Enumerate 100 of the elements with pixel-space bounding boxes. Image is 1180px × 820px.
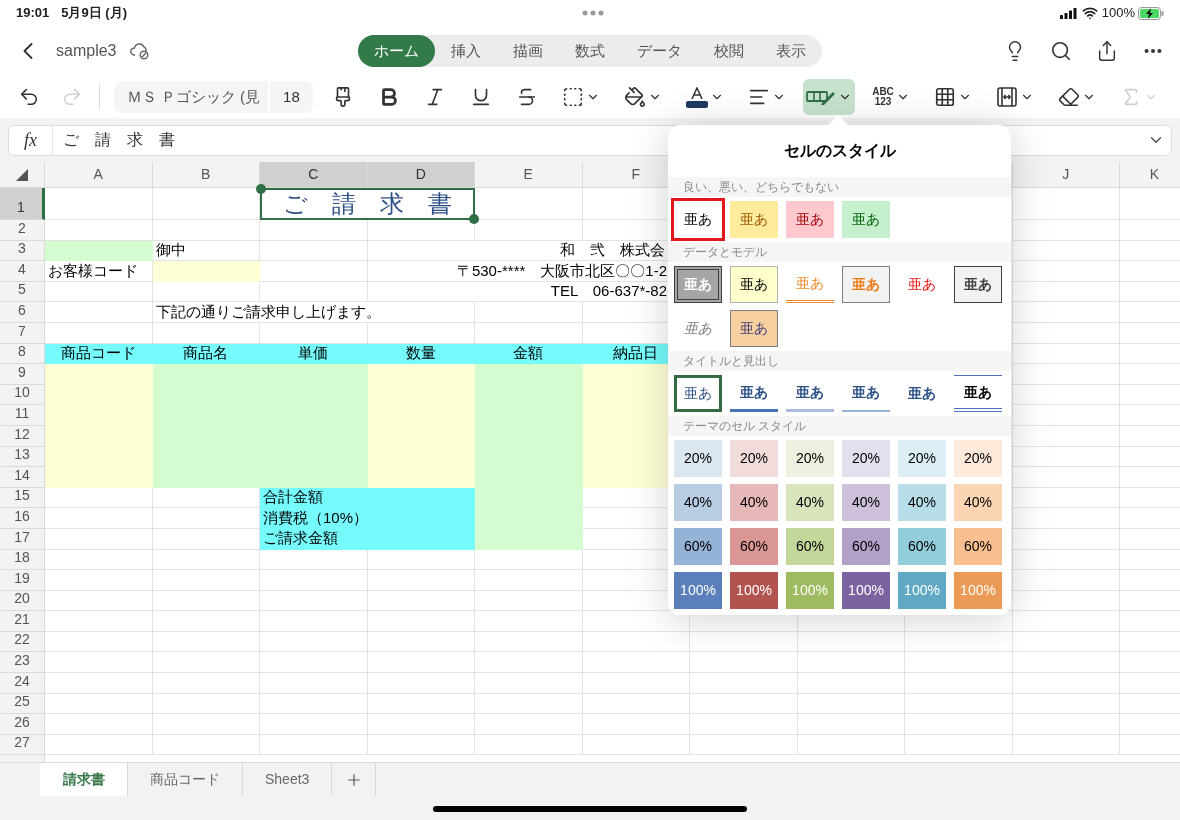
spreadsheet-cell[interactable]: [260, 714, 368, 735]
select-all-icon[interactable]: [16, 168, 28, 181]
spreadsheet-cell[interactable]: [152, 714, 260, 735]
row-header[interactable]: 19: [0, 570, 45, 591]
row-header[interactable]: 27: [0, 734, 45, 756]
row-header[interactable]: 9: [0, 364, 45, 385]
spreadsheet-cell[interactable]: [45, 188, 153, 220]
row-header[interactable]: 11: [0, 405, 45, 426]
spreadsheet-cell[interactable]: [260, 549, 368, 571]
spreadsheet-cell[interactable]: [260, 590, 368, 612]
spreadsheet-cell[interactable]: [45, 693, 153, 715]
ribbon-tab[interactable]: 描画: [497, 35, 559, 67]
style-swatch[interactable]: 亜あ: [730, 201, 778, 238]
spreadsheet-cell[interactable]: [475, 570, 583, 591]
row-header[interactable]: 8: [0, 343, 45, 365]
ribbon-tab[interactable]: 挿入: [435, 35, 497, 67]
column-header[interactable]: E: [475, 162, 583, 188]
spreadsheet-cell[interactable]: [260, 570, 368, 591]
spreadsheet-cell[interactable]: [367, 590, 475, 612]
spreadsheet-cell[interactable]: [45, 652, 153, 674]
sheet-tab[interactable]: 商品コード: [128, 763, 243, 796]
spreadsheet-cell[interactable]: [45, 220, 153, 241]
style-swatch[interactable]: 20%: [674, 440, 722, 477]
spreadsheet-cell[interactable]: [152, 693, 260, 715]
spreadsheet-cell[interactable]: [260, 322, 368, 344]
spreadsheet-cell[interactable]: [797, 734, 905, 756]
row-header[interactable]: 6: [0, 302, 45, 323]
ribbon-tab[interactable]: 表示: [760, 35, 822, 67]
spreadsheet-cell[interactable]: [367, 322, 475, 344]
spreadsheet-cell[interactable]: [475, 714, 583, 735]
spreadsheet-cell[interactable]: [152, 549, 260, 571]
spreadsheet-cell[interactable]: [1012, 528, 1120, 550]
spreadsheet-cell[interactable]: [260, 611, 368, 632]
style-swatch[interactable]: 60%: [842, 528, 890, 565]
column-header[interactable]: D: [367, 162, 475, 188]
row-header[interactable]: 13: [0, 446, 45, 468]
spreadsheet-cell[interactable]: [45, 631, 153, 653]
spreadsheet-cell[interactable]: [367, 652, 475, 674]
spreadsheet-cell[interactable]: [1012, 714, 1120, 735]
spreadsheet-cell[interactable]: [905, 714, 1013, 735]
spreadsheet-cell[interactable]: [260, 240, 368, 262]
spreadsheet-cell[interactable]: [45, 528, 153, 550]
row-header[interactable]: 17: [0, 528, 45, 550]
spreadsheet-cell[interactable]: [45, 281, 153, 303]
spreadsheet-cell[interactable]: [152, 281, 260, 303]
spreadsheet-cell[interactable]: [797, 652, 905, 674]
spreadsheet-cell[interactable]: [582, 652, 690, 674]
spreadsheet-cell[interactable]: [367, 570, 475, 591]
row-header[interactable]: 25: [0, 693, 45, 715]
style-swatch[interactable]: 亜あ: [730, 266, 778, 303]
spreadsheet-cell[interactable]: [45, 487, 153, 509]
function-label[interactable]: fx: [9, 125, 53, 155]
spreadsheet-cell[interactable]: [1012, 425, 1120, 447]
style-swatch[interactable]: 20%: [786, 440, 834, 477]
row-header[interactable]: 3: [0, 240, 45, 262]
spreadsheet-cell[interactable]: [1012, 570, 1120, 591]
spreadsheet-cell[interactable]: [475, 528, 583, 550]
spreadsheet-cell[interactable]: [690, 693, 798, 715]
spreadsheet-cell[interactable]: [1012, 446, 1120, 468]
spreadsheet-cell[interactable]: [690, 631, 798, 653]
spreadsheet-cell[interactable]: [152, 220, 260, 241]
style-swatch[interactable]: 20%: [954, 440, 1002, 477]
spreadsheet-cell[interactable]: [45, 714, 153, 735]
spreadsheet-cell[interactable]: [582, 673, 690, 694]
spreadsheet-cell[interactable]: [582, 631, 690, 653]
row-header[interactable]: 4: [0, 261, 45, 282]
style-swatch[interactable]: 20%: [898, 440, 946, 477]
ribbon-tab[interactable]: ホーム: [358, 35, 435, 67]
style-swatch[interactable]: 60%: [954, 528, 1002, 565]
column-header[interactable]: A: [45, 162, 153, 188]
search-icon[interactable]: [1050, 40, 1072, 62]
spreadsheet-cell[interactable]: [45, 508, 153, 529]
spreadsheet-cell[interactable]: [1012, 693, 1120, 715]
row-header[interactable]: 5: [0, 281, 45, 303]
spreadsheet-cell[interactable]: [260, 631, 368, 653]
row-header[interactable]: 1: [0, 188, 45, 220]
font-name-field[interactable]: ＭＳ Ｐゴシック (見: [113, 81, 268, 113]
spreadsheet-cell[interactable]: [152, 590, 260, 612]
spreadsheet-cell[interactable]: [1012, 508, 1120, 529]
row-header[interactable]: 26: [0, 714, 45, 735]
spreadsheet-cell[interactable]: [1012, 673, 1120, 694]
style-swatch[interactable]: 40%: [898, 484, 946, 521]
spreadsheet-cell[interactable]: [152, 652, 260, 674]
style-swatch[interactable]: 亜あ: [674, 375, 722, 412]
spreadsheet-cell[interactable]: [1012, 261, 1120, 282]
spreadsheet-cell[interactable]: [797, 693, 905, 715]
spreadsheet-cell[interactable]: [45, 611, 153, 632]
spreadsheet-cell[interactable]: [905, 693, 1013, 715]
row-header[interactable]: 18: [0, 549, 45, 571]
selection-handle[interactable]: [256, 184, 266, 194]
spreadsheet-cell[interactable]: [797, 673, 905, 694]
column-header[interactable]: J: [1012, 162, 1120, 188]
spreadsheet-cell[interactable]: [905, 734, 1013, 756]
spreadsheet-cell[interactable]: [475, 549, 583, 571]
row-header[interactable]: 16: [0, 508, 45, 529]
spreadsheet-cell[interactable]: [152, 570, 260, 591]
style-swatch[interactable]: 亜あ: [954, 375, 1002, 412]
selection-handle[interactable]: [469, 214, 479, 224]
row-header[interactable]: 22: [0, 631, 45, 653]
style-swatch[interactable]: 100%: [674, 572, 722, 609]
